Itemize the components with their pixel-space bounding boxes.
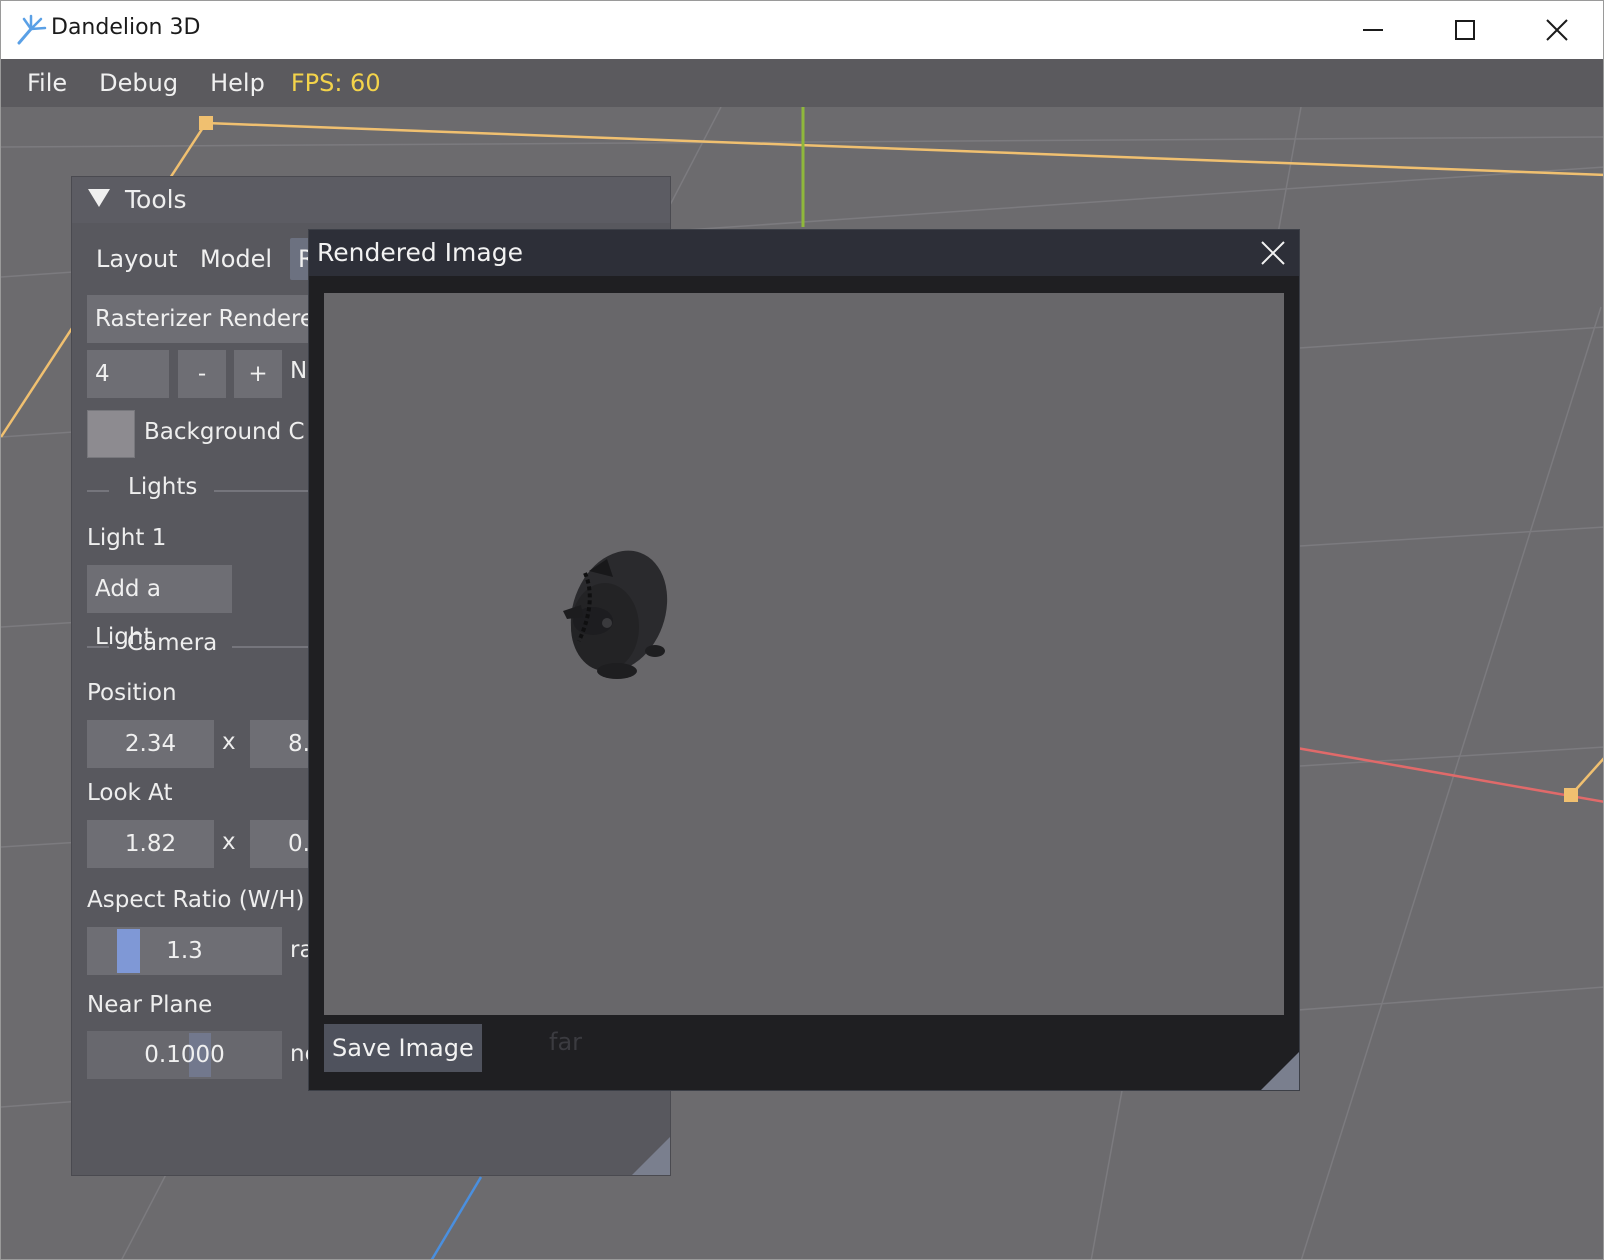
- aspect-ratio-value: 1.3: [166, 938, 203, 964]
- lights-section-title: Lights: [128, 474, 198, 500]
- tab-model[interactable]: Model: [200, 245, 272, 273]
- background-color-swatch[interactable]: [87, 410, 135, 458]
- samples-plus-button[interactable]: +: [234, 350, 282, 398]
- dandelion-logo-icon: [17, 14, 47, 45]
- samples-minus-button[interactable]: -: [178, 350, 226, 398]
- app-window: Dandelion 3D File Debug Help FPS: 60 Too…: [0, 0, 1604, 1260]
- position-x-suffix: x: [222, 729, 236, 755]
- collapse-triangle-icon[interactable]: [88, 189, 110, 209]
- maximize-icon: [1455, 20, 1475, 40]
- aspect-ratio-label: Aspect Ratio (W/H): [87, 887, 305, 913]
- rendered-model: [563, 550, 668, 679]
- render-dialog-header[interactable]: Rendered Image: [309, 230, 1299, 276]
- save-image-button[interactable]: Save Image: [324, 1024, 482, 1072]
- menu-help[interactable]: Help: [194, 69, 281, 97]
- add-light-button[interactable]: Add a Light: [87, 565, 232, 650]
- close-icon: [1546, 19, 1568, 41]
- maximize-button[interactable]: [1435, 9, 1495, 51]
- close-button[interactable]: [1527, 9, 1587, 51]
- corner-handle[interactable]: [199, 116, 213, 130]
- position-label: Position: [87, 680, 177, 706]
- minimize-button[interactable]: [1343, 9, 1403, 51]
- minimize-icon: [1363, 29, 1383, 31]
- corner-handle[interactable]: [1564, 788, 1578, 802]
- tab-layout[interactable]: Layout: [96, 245, 178, 273]
- separator: [87, 646, 109, 648]
- rendered-image-dialog: Rendered Image ) far: [308, 229, 1300, 1091]
- lookat-x-suffix: x: [222, 829, 236, 855]
- light-item[interactable]: Light 1: [87, 525, 166, 551]
- separator: [87, 490, 109, 492]
- render-resize-grip[interactable]: [1261, 1052, 1299, 1090]
- tools-resize-grip[interactable]: [632, 1137, 670, 1175]
- title-bar[interactable]: Dandelion 3D: [1, 1, 1603, 59]
- lookat-x-input[interactable]: 1.82: [87, 820, 214, 868]
- z-axis-line: [430, 1176, 483, 1259]
- render-dialog-title: Rendered Image: [317, 238, 523, 267]
- samples-input[interactable]: 4: [87, 350, 169, 398]
- rendered-image: [324, 293, 1284, 1015]
- close-icon[interactable]: [1259, 239, 1287, 267]
- samples-label: N: [290, 358, 308, 384]
- position-x-input[interactable]: 2.34: [87, 720, 214, 768]
- camera-section-title: Camera: [127, 630, 218, 656]
- app-title: Dandelion 3D: [51, 15, 201, 40]
- near-plane-label: Near Plane: [87, 992, 213, 1018]
- menu-bar: File Debug Help FPS: 60: [1, 59, 1603, 107]
- fps-counter: FPS: 60: [290, 69, 381, 97]
- background-color-label: Background C: [144, 419, 305, 445]
- far-plane-ghost-label: far: [549, 1028, 583, 1056]
- menu-file[interactable]: File: [11, 69, 83, 97]
- tools-header[interactable]: Tools: [72, 177, 670, 223]
- aspect-ratio-slider-grab[interactable]: [117, 929, 140, 973]
- menu-debug[interactable]: Debug: [83, 69, 194, 97]
- lookat-label: Look At: [87, 780, 173, 806]
- tools-title: Tools: [125, 185, 187, 214]
- near-plane-slider[interactable]: 0.1000: [87, 1031, 282, 1079]
- near-plane-value: 0.1000: [144, 1042, 225, 1068]
